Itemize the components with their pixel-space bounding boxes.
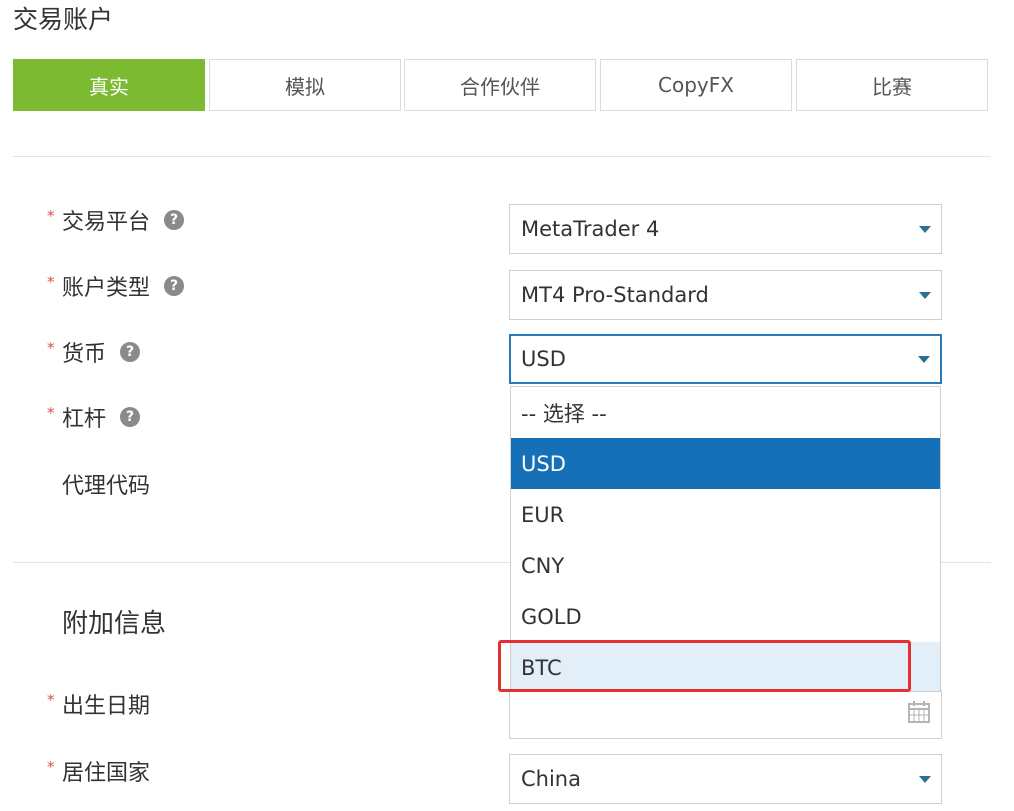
country-select[interactable]: China [509,754,942,804]
tab-partner[interactable]: 合作伙伴 [404,59,596,111]
agent-code-label-row: 代理代码 [47,469,150,499]
currency-option[interactable]: GOLD [511,591,940,642]
section-title: 附加信息 [62,609,167,639]
question-circle-icon[interactable]: ? [164,276,185,296]
question-circle-icon[interactable]: ? [120,407,141,427]
highlight-annotation [498,640,911,692]
country-value: China [521,767,581,791]
currency-option-selected[interactable]: USD [511,438,940,489]
caret-down-icon [919,226,931,233]
platform-label: 交易平台 [62,210,151,235]
caret-down-icon [919,776,931,783]
currency-option[interactable]: -- 选择 -- [511,387,940,438]
required-star: * [47,691,55,709]
account-type-label-row: * 账户类型 ? [47,271,185,301]
currency-label: 货币 [62,342,107,367]
tab-demo[interactable]: 模拟 [209,59,401,111]
required-star: * [47,273,55,291]
tab-copyfx[interactable]: CopyFX [600,59,792,111]
page-title: 交易账户 [13,5,114,34]
country-label-row: * 居住国家 [47,756,150,786]
tab-real[interactable]: 真实 [13,59,205,111]
currency-label-row: * 货币 ? [47,337,141,367]
caret-down-icon [918,356,930,363]
required-star: * [47,404,55,422]
currency-select[interactable]: USD [509,334,942,384]
birth-date-label-row: * 出生日期 [47,689,150,719]
birth-date-label: 出生日期 [62,694,151,719]
platform-label-row: * 交易平台 ? [47,205,185,235]
question-circle-icon[interactable]: ? [120,342,141,362]
question-circle-icon[interactable]: ? [164,210,185,230]
account-type-label: 账户类型 [62,276,151,301]
calendar-icon[interactable] [907,700,931,724]
tab-contest[interactable]: 比赛 [796,59,988,111]
caret-down-icon [919,292,931,299]
divider [13,156,991,157]
account-type-select[interactable]: MT4 Pro-Standard [509,270,942,320]
country-label: 居住国家 [62,761,151,786]
required-star: * [47,758,55,776]
account-type-value: MT4 Pro-Standard [521,283,709,307]
platform-value: MetaTrader 4 [521,217,660,241]
leverage-label: 杠杆 [62,407,107,432]
leverage-label-row: * 杠杆 ? [47,402,141,432]
required-star: * [47,339,55,357]
agent-code-label: 代理代码 [62,474,151,499]
platform-select[interactable]: MetaTrader 4 [509,204,942,254]
currency-option[interactable]: CNY [511,540,940,591]
required-star: * [47,207,55,225]
currency-option[interactable]: EUR [511,489,940,540]
currency-value: USD [521,347,566,371]
account-tabs: 真实 模拟 合作伙伴 CopyFX 比赛 [13,59,989,111]
birth-date-input[interactable] [509,690,942,739]
